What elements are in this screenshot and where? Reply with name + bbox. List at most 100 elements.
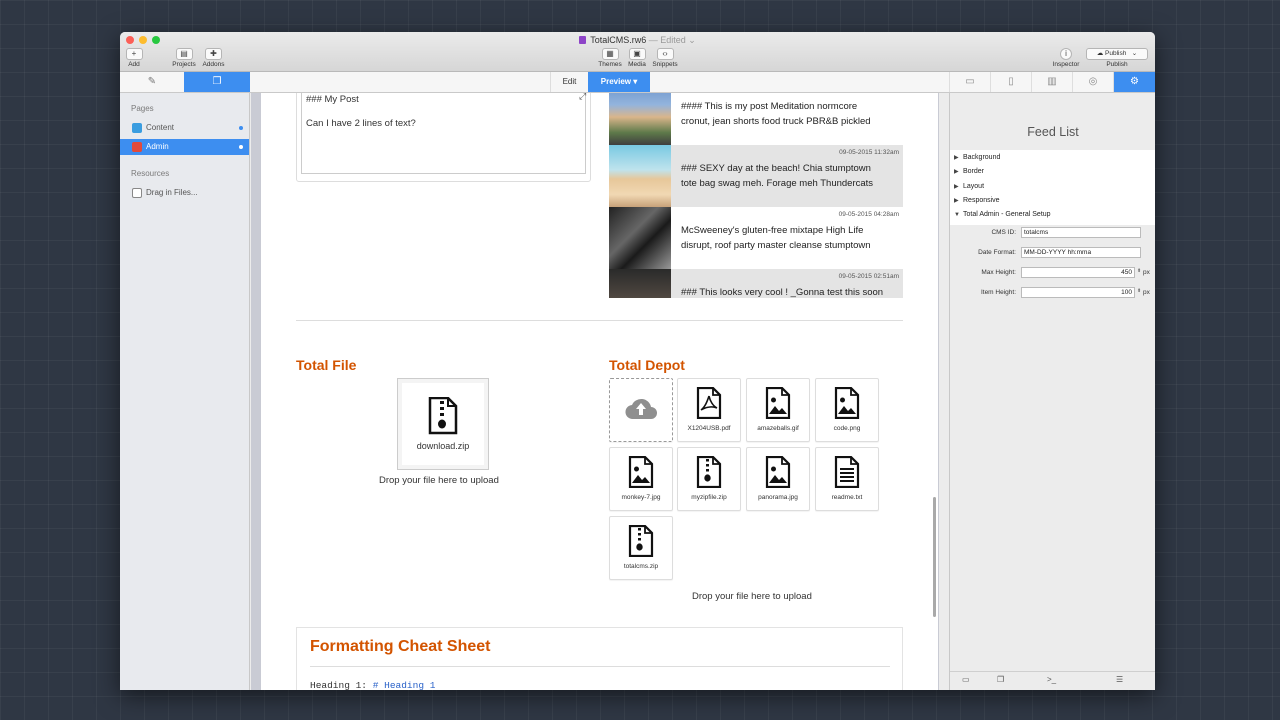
image-file-icon bbox=[765, 386, 791, 424]
inspector-footer: ▭ ❐ >_ ☰ bbox=[950, 671, 1155, 690]
expand-icon[interactable]: ⤢ bbox=[579, 93, 586, 102]
code-icon: ‹› bbox=[656, 48, 674, 60]
item-height-stepper[interactable]: ⬍ bbox=[1137, 288, 1141, 294]
inspector-sections: ▶ Background ▶ Border ▶ Layout ▶ Responsive … bbox=[950, 150, 1155, 225]
media-button[interactable]: ▣ Media bbox=[626, 48, 648, 69]
terminal-icon[interactable]: >_ bbox=[1047, 675, 1056, 684]
preview-page: ### My Post Can I have 2 lines of text? … bbox=[261, 93, 938, 690]
themes-button[interactable]: ▦ Themes bbox=[596, 48, 624, 69]
upload-tile[interactable] bbox=[609, 378, 673, 442]
feed-item[interactable]: 09-05-2015 11:32am ### SEXY day at the b… bbox=[609, 145, 903, 207]
page-scrollbar[interactable] bbox=[933, 497, 936, 617]
modified-indicator bbox=[239, 126, 243, 130]
depot-file-tile[interactable]: X1204USB.pdf bbox=[677, 378, 741, 442]
title-bar: TotalCMS.rw6 — Edited ⌄ + Add ▤ Projects… bbox=[120, 32, 1155, 72]
depot-file-tile[interactable]: totalcms.zip bbox=[609, 516, 673, 580]
style-inspector-tab[interactable]: ▥ bbox=[1031, 72, 1072, 92]
item-height-input[interactable]: 100 bbox=[1021, 287, 1135, 298]
disclosure-right-icon: ▶ bbox=[954, 184, 959, 190]
feed-item[interactable]: #### This is my post Meditation normcore… bbox=[609, 93, 903, 145]
cms-id-input[interactable]: totalcms bbox=[1021, 227, 1141, 238]
image-file-icon bbox=[765, 455, 791, 493]
cloud-upload-icon bbox=[624, 395, 658, 426]
layout-inspector-tab[interactable]: ▯ bbox=[990, 72, 1031, 92]
feed-item[interactable]: 09-05-2015 02:51am ### This looks very c… bbox=[609, 269, 903, 298]
pdf-file-icon bbox=[696, 386, 722, 424]
page-icon[interactable]: ▭ bbox=[962, 675, 970, 684]
item-height-row: Item Height: 100 ⬍ px bbox=[980, 287, 1150, 298]
publish-dropdown[interactable]: ☁ Publish ⌄ bbox=[1086, 48, 1148, 60]
publish-button[interactable]: ☁ Publish ⌄ Publish bbox=[1085, 48, 1149, 69]
page-inspector-tab[interactable]: ▭ bbox=[949, 72, 990, 92]
inspector-panel: Feed List ▶ Background ▶ Border ▶ Layout ▶ R… bbox=[949, 93, 1155, 690]
puzzle-icon: ✚ bbox=[205, 48, 222, 60]
add-button[interactable]: + Add bbox=[124, 48, 144, 69]
max-height-stepper[interactable]: ⬍ bbox=[1137, 268, 1141, 274]
modified-indicator bbox=[239, 145, 243, 149]
format-inspector-tab[interactable]: ◎ bbox=[1072, 72, 1113, 92]
disclosure-down-icon: ▼ bbox=[954, 212, 960, 218]
depot-file-tile[interactable]: code.png bbox=[815, 378, 879, 442]
total-depot-heading: Total Depot bbox=[609, 357, 685, 373]
zip-file-icon bbox=[427, 396, 459, 440]
duplicate-icon[interactable]: ❐ bbox=[997, 675, 1004, 684]
section-divider bbox=[296, 320, 903, 321]
post-editor[interactable]: ### My Post Can I have 2 lines of text? … bbox=[301, 93, 586, 174]
total-file-dropzone[interactable]: download.zip bbox=[397, 378, 489, 470]
style-icon: ▥ bbox=[1047, 76, 1057, 87]
section-layout[interactable]: ▶ Layout bbox=[954, 183, 984, 190]
section-background[interactable]: ▶ Background bbox=[954, 154, 1000, 161]
window-title: TotalCMS.rw6 — Edited ⌄ bbox=[120, 35, 1155, 46]
plus-icon: + bbox=[125, 48, 143, 60]
depot-file-tile[interactable]: panorama.jpg bbox=[746, 447, 810, 511]
cheat-sheet-divider bbox=[310, 666, 890, 667]
page-thumbnail-icon bbox=[132, 142, 142, 152]
feed-thumbnail bbox=[609, 93, 671, 145]
cheat-sheet-panel: Formatting Cheat Sheet Heading 1: # Head… bbox=[296, 627, 903, 690]
section-border[interactable]: ▶ Border bbox=[954, 168, 984, 175]
depot-file-tile[interactable]: amazeballs.gif bbox=[746, 378, 810, 442]
depot-file-tile[interactable]: monkey-7.jpg bbox=[609, 447, 673, 511]
wrench-icon: ✎ bbox=[147, 76, 157, 87]
stack-inspector-tab[interactable]: ⚙ bbox=[1113, 72, 1155, 92]
date-format-input[interactable]: MM-DD-YYYY hh:mma bbox=[1021, 247, 1141, 258]
cms-id-row: CMS ID: totalcms bbox=[950, 227, 1155, 239]
media-icon: ▣ bbox=[628, 48, 646, 60]
preview-mode-button[interactable]: Preview ▾ bbox=[588, 72, 650, 92]
zip-file-icon bbox=[628, 524, 654, 562]
total-file-drop-text: Drop your file here to upload bbox=[379, 475, 499, 486]
target-icon: ◎ bbox=[1088, 76, 1098, 87]
edit-mode-button[interactable]: Edit bbox=[550, 72, 588, 92]
settings-tab[interactable]: ✎ bbox=[120, 72, 184, 92]
cheat-sheet-title: Formatting Cheat Sheet bbox=[310, 638, 491, 655]
gear-icon: ⚙ bbox=[1130, 76, 1139, 87]
inspector-button[interactable]: i Inspector bbox=[1050, 48, 1082, 69]
snippets-button[interactable]: ‹› Snippets bbox=[649, 48, 681, 69]
max-height-input[interactable]: 450 bbox=[1021, 267, 1135, 278]
max-height-row: Max Height: 450 ⬍ px bbox=[981, 267, 1150, 278]
feed-thumbnail bbox=[609, 269, 671, 298]
page-thumbnail-icon bbox=[132, 123, 142, 133]
total-depot-drop-text: Drop your file here to upload bbox=[692, 591, 812, 602]
sidebar-item-admin[interactable]: Admin bbox=[120, 139, 249, 155]
sidebar-item-content[interactable]: Content bbox=[120, 120, 249, 136]
feed-list: #### This is my post Meditation normcore… bbox=[609, 93, 903, 298]
addons-button[interactable]: ✚ Addons bbox=[200, 48, 227, 69]
sidebar-item-drag-files[interactable]: Drag in Files... bbox=[120, 185, 249, 201]
section-responsive[interactable]: ▶ Responsive bbox=[954, 197, 1000, 204]
sliders-icon[interactable]: ☰ bbox=[1116, 675, 1123, 684]
document-icon bbox=[579, 36, 587, 44]
pages-tab[interactable]: ❐ bbox=[184, 72, 250, 92]
depot-file-tile[interactable]: myzipfile.zip bbox=[677, 447, 741, 511]
feed-thumbnail bbox=[609, 207, 671, 269]
depot-file-tile[interactable]: readme.txt bbox=[815, 447, 879, 511]
feed-item[interactable]: 09-05-2015 04:28am McSweeney's gluten-fr… bbox=[609, 207, 903, 269]
projects-button[interactable]: ▤ Projects bbox=[170, 48, 198, 69]
themes-icon: ▦ bbox=[601, 48, 619, 60]
cheat-sheet-code: Heading 1: # Heading 1 bbox=[310, 680, 436, 690]
section-total-admin[interactable]: ▼ Total Admin - General Setup bbox=[954, 211, 1051, 218]
inspector-title: Feed List bbox=[1027, 125, 1079, 139]
image-file-icon bbox=[628, 455, 654, 493]
date-format-row: Date Format: MM-DD-YYYY hh:mma bbox=[950, 247, 1155, 259]
mode-bar: ✎ ❐ Edit Preview ▾ ▭ ▯ ▥ ◎ ⚙ bbox=[120, 72, 1155, 93]
